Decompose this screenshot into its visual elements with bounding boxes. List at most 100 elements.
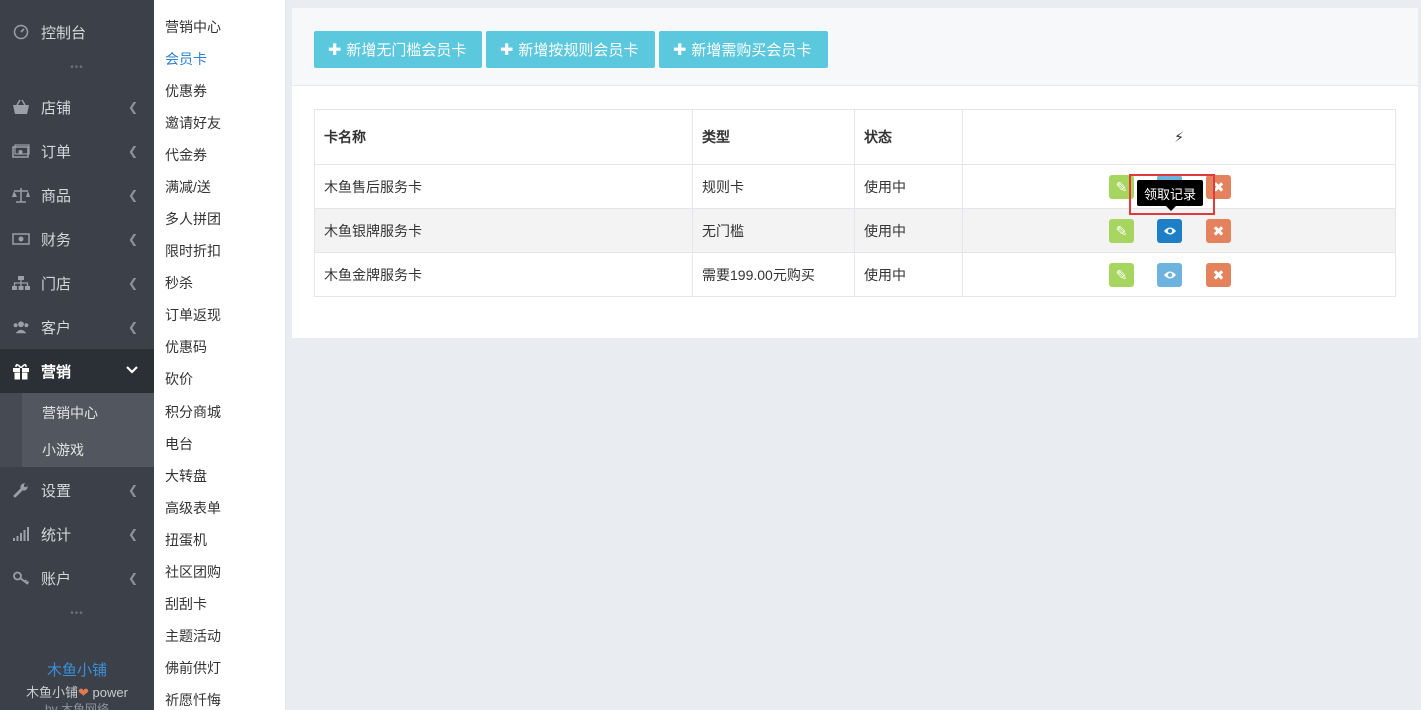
submenu-item[interactable]: 扭蛋机 [165, 530, 207, 550]
sidebar-item-dashboard[interactable]: 控制台 [0, 10, 154, 54]
add-no-threshold-card-button[interactable]: ✚ 新增无门槛会员卡 [314, 31, 482, 68]
sidebar-item-goods[interactable]: 商品 ❮ [0, 173, 154, 217]
submenu-item[interactable]: 优惠码 [165, 337, 207, 357]
footer-power-suffix: power [88, 685, 128, 700]
column-header-status: 状态 [854, 109, 963, 165]
button-label: 新增按规则会员卡 [518, 42, 639, 59]
pencil-icon: ✎ [1115, 222, 1128, 239]
submenu-item[interactable]: 电台 [165, 434, 193, 454]
sidebar-item-label: 财务 [41, 231, 72, 249]
sidebar-item-stores[interactable]: 门店 ❮ [0, 261, 154, 305]
main-sidebar: 控制台 ••• 店铺 ❮ 订单 ❮ 商品 ❮ 财务 ❮ 门店 ❮ 客户 ❮ 营销… [0, 0, 154, 710]
submenu-item[interactable]: 秒杀 [165, 273, 193, 293]
sidebar-item-account[interactable]: 账户 ❮ [0, 556, 154, 600]
button-label: 新增无门槛会员卡 [346, 42, 467, 59]
submenu-item[interactable]: 多人拼团 [165, 209, 221, 229]
submenu-item[interactable]: 刮刮卡 [165, 594, 207, 614]
close-icon: ✖ [1212, 266, 1225, 283]
submenu-item[interactable]: 佛前供灯 [165, 658, 221, 678]
chevron-left-icon: ❮ [127, 527, 138, 541]
submenu-item[interactable]: 主题活动 [165, 626, 221, 646]
basket-icon [12, 98, 30, 116]
cell-card-name: 木鱼金牌服务卡 [314, 252, 693, 297]
sidebar-item-label: 统计 [41, 526, 72, 544]
submenu-item[interactable]: 营销中心 [165, 17, 221, 37]
footer-power-text: 木鱼小铺❤ power [0, 682, 154, 701]
money-icon [12, 142, 30, 160]
sidebar-item-label: 设置 [41, 482, 72, 500]
footer-by-text: by 木鱼网络 [44, 702, 109, 710]
sidebar-item-orders[interactable]: 订单 ❮ [0, 129, 154, 173]
submenu-item[interactable]: 邀请好友 [165, 113, 221, 133]
submenu-item[interactable]: 砍价 [165, 369, 193, 389]
sidebar-item-label: 门店 [41, 275, 72, 293]
sidebar-item-shop[interactable]: 店铺 ❮ [0, 85, 154, 129]
sidebar-item-label: 客户 [41, 319, 72, 337]
submenu-item[interactable]: 满减/送 [165, 177, 211, 197]
cash-icon [12, 230, 30, 248]
table-row: 木鱼银牌服务卡 无门槛 使用中 ✎ ✖ [314, 208, 1396, 253]
signal-icon [12, 525, 30, 543]
chevron-left-icon: ❮ [127, 144, 138, 158]
plus-icon: ✚ [673, 41, 687, 59]
sidebar-subitem-mini-games[interactable]: 小游戏 [42, 440, 84, 460]
highlight-box [1129, 174, 1215, 215]
users-icon [12, 318, 30, 336]
submenu-item[interactable]: 代金券 [165, 145, 207, 165]
footer-brand-link[interactable]: 木鱼小铺 [0, 659, 154, 680]
table-header-row: 卡名称 类型 状态 ⚡ [314, 109, 1396, 165]
submenu-item[interactable]: 限时折扣 [165, 241, 221, 261]
dashboard-icon [12, 23, 30, 41]
membership-card-panel: ✚ 新增无门槛会员卡 ✚ 新增按规则会员卡 ✚ 新增需购买会员卡 卡名称 类型 状态 … [292, 8, 1418, 338]
edit-button[interactable]: ✎ [1109, 219, 1134, 243]
sidebar-item-finance[interactable]: 财务 ❮ [0, 217, 154, 261]
submenu-item[interactable]: 大转盘 [165, 466, 207, 486]
sitemap-icon [12, 274, 30, 292]
submenu-item[interactable]: 社区团购 [165, 562, 221, 582]
sidebar-item-label: 店铺 [41, 99, 72, 117]
cell-card-type: 无门槛 [692, 208, 855, 253]
submenu-item[interactable]: 祈愿忏悔 [165, 690, 221, 710]
sidebar-item-customers[interactable]: 客户 ❮ [0, 305, 154, 349]
panel-toolbar: ✚ 新增无门槛会员卡 ✚ 新增按规则会员卡 ✚ 新增需购买会员卡 [292, 8, 1418, 86]
sidebar-item-stats[interactable]: 统计 ❮ [0, 512, 154, 556]
sidebar-item-marketing[interactable]: 营销 [0, 349, 154, 393]
lightning-icon: ⚡ [1174, 128, 1184, 145]
add-purchase-card-button[interactable]: ✚ 新增需购买会员卡 [659, 31, 828, 68]
row-actions: ✎ ✖ [963, 253, 1395, 296]
view-records-button[interactable] [1157, 263, 1182, 287]
chevron-left-icon: ❮ [127, 276, 138, 290]
submenu-item[interactable]: 订单返现 [165, 305, 221, 325]
cell-actions: ✎ ✖ [962, 252, 1396, 297]
submenu-item[interactable]: 积分商城 [165, 402, 221, 422]
chevron-down-icon [126, 364, 138, 378]
sidebar-divider: ••• [70, 62, 84, 73]
sidebar-subitem-marketing-center[interactable]: 营销中心 [42, 403, 98, 423]
sidebar-item-label: 商品 [41, 187, 72, 205]
footer-power-prefix: 木鱼小铺 [26, 685, 79, 700]
delete-button[interactable]: ✖ [1206, 263, 1231, 287]
sidebar-item-settings[interactable]: 设置 ❮ [0, 468, 154, 512]
submenu-item-current[interactable]: 会员卡 [165, 49, 207, 69]
plus-icon: ✚ [328, 41, 342, 59]
delete-button[interactable]: ✖ [1206, 219, 1231, 243]
sidebar-item-label: 控制台 [41, 24, 87, 42]
chevron-left-icon: ❮ [127, 232, 138, 246]
pencil-icon: ✎ [1115, 266, 1128, 283]
edit-button[interactable]: ✎ [1109, 263, 1134, 287]
scale-icon [12, 186, 30, 204]
chevron-left-icon: ❮ [127, 188, 138, 202]
cell-card-status: 使用中 [854, 208, 963, 253]
button-label: 新增需购买会员卡 [691, 42, 812, 59]
wrench-icon [12, 481, 30, 499]
submenu-item[interactable]: 高级表单 [165, 498, 221, 518]
table-row: 木鱼售后服务卡 规则卡 使用中 ✎ 👁 ✖ [314, 164, 1396, 209]
view-records-button[interactable] [1157, 219, 1182, 243]
sidebar-item-label: 账户 [41, 570, 72, 588]
add-rule-card-button[interactable]: ✚ 新增按规则会员卡 [486, 31, 655, 68]
cell-card-status: 使用中 [854, 252, 963, 297]
submenu-item[interactable]: 优惠券 [165, 81, 207, 101]
column-header-name: 卡名称 [314, 109, 693, 165]
chevron-left-icon: ❮ [127, 320, 138, 334]
chevron-left-icon: ❮ [127, 100, 138, 114]
